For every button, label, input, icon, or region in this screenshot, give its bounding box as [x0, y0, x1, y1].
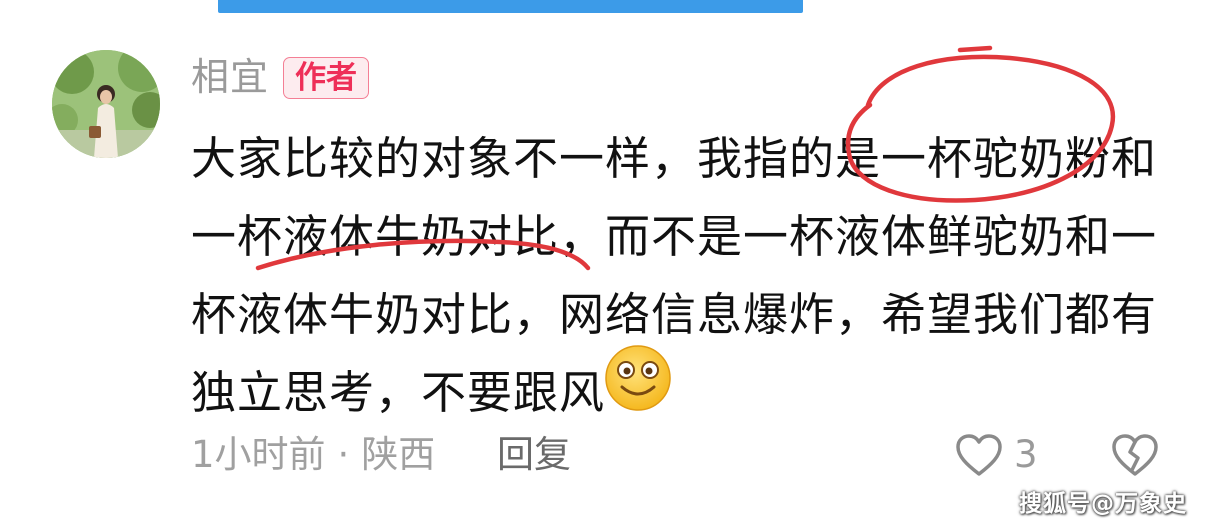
watermark: 搜狐号@万象史: [1019, 491, 1187, 517]
top-blue-bar: [218, 0, 803, 13]
comment-text: 大家比较的对象不一样，我指的是一杯驼奶粉和 一杯液体牛奶对比，而不是一杯液体鲜驼…: [191, 120, 1191, 432]
author-badge: 作者: [283, 57, 369, 99]
smile-emoji-icon: [605, 345, 671, 411]
comment-time: 1小时前: [191, 433, 326, 476]
comment-location: 陕西: [361, 433, 436, 476]
comment-meta: 1小时前 · 陕西: [191, 432, 435, 478]
like-count: 3: [1014, 433, 1038, 476]
broken-heart-icon: [1112, 434, 1158, 476]
like-button[interactable]: 3: [954, 432, 1038, 478]
reply-button[interactable]: 回复: [497, 432, 571, 478]
comment-line: 独立思考，不要跟风: [191, 366, 606, 419]
comment-line: 杯液体牛奶对比，网络信息爆炸，希望我们都有: [191, 288, 1158, 341]
user-avatar[interactable]: [52, 50, 160, 158]
username[interactable]: 相宜: [191, 52, 269, 102]
comment-line: 大家比较的对象不一样，我指的是一杯驼奶粉和: [191, 132, 1158, 185]
comment-line: 一杯液体牛奶对比，而不是一杯液体鲜驼奶和一: [191, 210, 1158, 263]
meta-separator: ·: [337, 433, 350, 476]
heart-icon: [956, 434, 1002, 476]
avatar-photo: [52, 50, 160, 158]
dislike-button[interactable]: [1110, 432, 1160, 482]
